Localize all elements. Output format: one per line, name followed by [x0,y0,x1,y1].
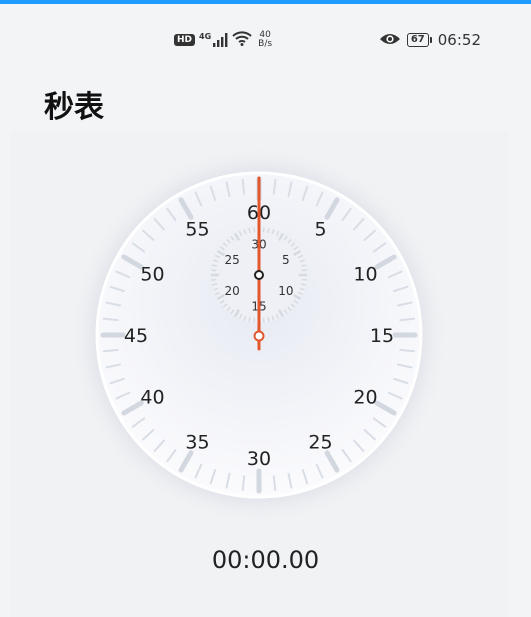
inner-label: 5 [282,253,290,267]
outer-label: 55 [185,218,209,240]
inner-tick [253,227,256,233]
inner-tick [301,269,307,272]
outer-label: 50 [140,264,164,286]
outer-label: 40 [140,387,164,409]
inner-tick [262,317,265,323]
outer-label: 35 [185,432,209,454]
inner-label: 10 [278,284,293,298]
outer-label: 10 [353,264,377,286]
inner-tick [267,227,270,234]
outer-label: 30 [247,448,271,470]
inner-tick [248,316,251,323]
inner-tick [248,227,251,234]
outer-label: 20 [353,387,377,409]
elapsed-time: 00:00.00 [211,546,320,574]
outer-label: 15 [370,325,394,347]
inner-tick [211,269,217,272]
inner-tick [211,278,217,281]
outer-label: 5 [314,218,326,240]
inner-tick [300,283,307,286]
inner-tick [211,283,218,286]
outer-label: 45 [124,325,148,347]
inner-tick [267,316,270,323]
inner-label: 25 [225,253,240,267]
inner-tick [262,227,265,233]
inner-tick [300,264,307,267]
inner-tick [301,278,307,281]
inner-tick [211,264,218,267]
outer-label: 25 [308,432,332,454]
stopwatch-dial[interactable]: 60510152025303540455055 30510152025 [0,0,531,617]
subdial-hand [254,270,264,280]
inner-label: 20 [225,284,240,298]
inner-tick [253,317,256,323]
